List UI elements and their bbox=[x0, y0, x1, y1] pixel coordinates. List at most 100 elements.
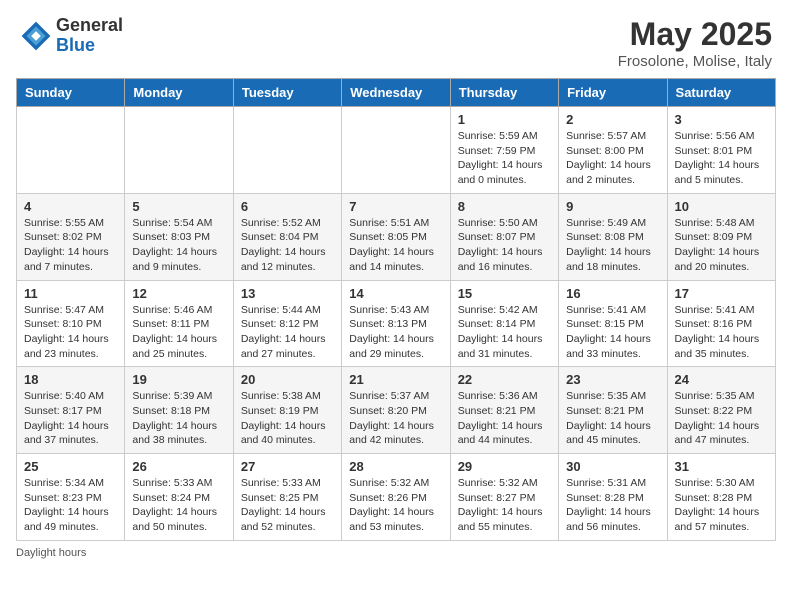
calendar-cell: 11Sunrise: 5:47 AM Sunset: 8:10 PM Dayli… bbox=[17, 280, 125, 367]
day-number: 11 bbox=[24, 286, 117, 301]
day-number: 9 bbox=[566, 199, 659, 214]
day-info: Sunrise: 5:34 AM Sunset: 8:23 PM Dayligh… bbox=[24, 476, 117, 535]
calendar-cell bbox=[342, 107, 450, 194]
calendar-cell: 3Sunrise: 5:56 AM Sunset: 8:01 PM Daylig… bbox=[667, 107, 775, 194]
day-info: Sunrise: 5:51 AM Sunset: 8:05 PM Dayligh… bbox=[349, 216, 442, 275]
calendar-cell: 1Sunrise: 5:59 AM Sunset: 7:59 PM Daylig… bbox=[450, 107, 558, 194]
day-info: Sunrise: 5:50 AM Sunset: 8:07 PM Dayligh… bbox=[458, 216, 551, 275]
day-number: 25 bbox=[24, 459, 117, 474]
day-number: 15 bbox=[458, 286, 551, 301]
calendar-cell: 2 Sunrise: 5:57 AM Sunset: 8:00 PM Daylig… bbox=[559, 107, 667, 194]
location-subtitle: Frosolone, Molise, Italy bbox=[618, 53, 772, 70]
calendar-header: SundayMondayTuesdayWednesdayThursdayFrid… bbox=[17, 79, 776, 107]
calendar-cell: 28 Sunrise: 5:32 AM Sunset: 8:26 PM Dayli… bbox=[342, 454, 450, 541]
day-info: Sunrise: 5:41 AM Sunset: 8:16 PM Dayligh… bbox=[675, 303, 768, 362]
day-info: Sunrise: 5:41 AM Sunset: 8:15 PM Dayligh… bbox=[566, 303, 659, 362]
day-info: Sunrise: 5:43 AM Sunset: 8:13 PM Dayligh… bbox=[349, 303, 442, 362]
day-number: 12 bbox=[132, 286, 225, 301]
calendar-cell: 25 Sunrise: 5:34 AM Sunset: 8:23 PM Dayli… bbox=[17, 454, 125, 541]
day-number: 8 bbox=[458, 199, 551, 214]
day-info: Sunrise: 5:55 AM Sunset: 8:02 PM Dayligh… bbox=[24, 216, 117, 275]
calendar-cell: 14 Sunrise: 5:43 AM Sunset: 8:13 PM Dayli… bbox=[342, 280, 450, 367]
calendar-cell: 4 Sunrise: 5:55 AM Sunset: 8:02 PM Daylig… bbox=[17, 193, 125, 280]
logo-general-text: General bbox=[56, 16, 123, 36]
calendar-cell: 23 Sunrise: 5:35 AM Sunset: 8:21 PM Dayli… bbox=[559, 367, 667, 454]
day-number: 16 bbox=[566, 286, 659, 301]
day-number: 14 bbox=[349, 286, 442, 301]
day-number: 23 bbox=[566, 372, 659, 387]
day-number: 4 bbox=[24, 199, 117, 214]
day-number: 5 bbox=[132, 199, 225, 214]
calendar-cell: 16 Sunrise: 5:41 AM Sunset: 8:15 PM Dayli… bbox=[559, 280, 667, 367]
calendar-cell: 22 Sunrise: 5:36 AM Sunset: 8:21 PM Dayli… bbox=[450, 367, 558, 454]
calendar-body: 1Sunrise: 5:59 AM Sunset: 7:59 PM Daylig… bbox=[17, 107, 776, 541]
day-number: 30 bbox=[566, 459, 659, 474]
day-of-week-header: Saturday bbox=[667, 79, 775, 107]
day-number: 31 bbox=[675, 459, 768, 474]
title-block: May 2025 Frosolone, Molise, Italy bbox=[618, 16, 772, 70]
calendar-cell: 20Sunrise: 5:38 AM Sunset: 8:19 PM Dayli… bbox=[233, 367, 341, 454]
day-info: Sunrise: 5:33 AM Sunset: 8:25 PM Dayligh… bbox=[241, 476, 334, 535]
logo-icon bbox=[20, 20, 52, 52]
calendar-week-row: 1Sunrise: 5:59 AM Sunset: 7:59 PM Daylig… bbox=[17, 107, 776, 194]
calendar-cell: 30 Sunrise: 5:31 AM Sunset: 8:28 PM Dayli… bbox=[559, 454, 667, 541]
day-of-week-header: Monday bbox=[125, 79, 233, 107]
day-number: 27 bbox=[241, 459, 334, 474]
day-info: Sunrise: 5:31 AM Sunset: 8:28 PM Dayligh… bbox=[566, 476, 659, 535]
day-info: Sunrise: 5:35 AM Sunset: 8:21 PM Dayligh… bbox=[566, 389, 659, 448]
day-info: Sunrise: 5:42 AM Sunset: 8:14 PM Dayligh… bbox=[458, 303, 551, 362]
calendar-cell bbox=[125, 107, 233, 194]
day-of-week-header: Tuesday bbox=[233, 79, 341, 107]
day-number: 28 bbox=[349, 459, 442, 474]
day-of-week-header: Thursday bbox=[450, 79, 558, 107]
day-info: Sunrise: 5:44 AM Sunset: 8:12 PM Dayligh… bbox=[241, 303, 334, 362]
day-of-week-header: Friday bbox=[559, 79, 667, 107]
day-number: 24 bbox=[675, 372, 768, 387]
calendar-cell: 12 Sunrise: 5:46 AM Sunset: 8:11 PM Dayli… bbox=[125, 280, 233, 367]
footer: Daylight hours bbox=[0, 541, 792, 565]
day-number: 3 bbox=[675, 112, 768, 127]
logo: General Blue bbox=[20, 16, 123, 56]
day-number: 21 bbox=[349, 372, 442, 387]
calendar-cell: 27 Sunrise: 5:33 AM Sunset: 8:25 PM Dayli… bbox=[233, 454, 341, 541]
calendar-table: SundayMondayTuesdayWednesdayThursdayFrid… bbox=[16, 78, 776, 541]
day-info: Sunrise: 5:57 AM Sunset: 8:00 PM Dayligh… bbox=[566, 129, 659, 188]
calendar-cell: 9 Sunrise: 5:49 AM Sunset: 8:08 PM Daylig… bbox=[559, 193, 667, 280]
calendar-cell: 5 Sunrise: 5:54 AM Sunset: 8:03 PM Daylig… bbox=[125, 193, 233, 280]
day-info: Sunrise: 5:35 AM Sunset: 8:22 PM Dayligh… bbox=[675, 389, 768, 448]
calendar-cell bbox=[233, 107, 341, 194]
calendar-cell: 19Sunrise: 5:39 AM Sunset: 8:18 PM Dayli… bbox=[125, 367, 233, 454]
day-number: 17 bbox=[675, 286, 768, 301]
calendar-cell: 7 Sunrise: 5:51 AM Sunset: 8:05 PM Daylig… bbox=[342, 193, 450, 280]
calendar-cell: 6 Sunrise: 5:52 AM Sunset: 8:04 PM Daylig… bbox=[233, 193, 341, 280]
calendar-wrapper: SundayMondayTuesdayWednesdayThursdayFrid… bbox=[0, 78, 792, 541]
calendar-week-row: 4 Sunrise: 5:55 AM Sunset: 8:02 PM Daylig… bbox=[17, 193, 776, 280]
day-info: Sunrise: 5:32 AM Sunset: 8:26 PM Dayligh… bbox=[349, 476, 442, 535]
day-info: Sunrise: 5:52 AM Sunset: 8:04 PM Dayligh… bbox=[241, 216, 334, 275]
calendar-cell bbox=[17, 107, 125, 194]
day-of-week-header: Sunday bbox=[17, 79, 125, 107]
calendar-cell: 17 Sunrise: 5:41 AM Sunset: 8:16 PM Dayli… bbox=[667, 280, 775, 367]
day-info: Sunrise: 5:49 AM Sunset: 8:08 PM Dayligh… bbox=[566, 216, 659, 275]
day-of-week-header: Wednesday bbox=[342, 79, 450, 107]
day-number: 20 bbox=[241, 372, 334, 387]
day-info: Sunrise: 5:46 AM Sunset: 8:11 PM Dayligh… bbox=[132, 303, 225, 362]
day-number: 2 bbox=[566, 112, 659, 127]
day-number: 18 bbox=[24, 372, 117, 387]
day-number: 22 bbox=[458, 372, 551, 387]
day-number: 10 bbox=[675, 199, 768, 214]
day-number: 7 bbox=[349, 199, 442, 214]
header: General Blue May 2025 Frosolone, Molise,… bbox=[0, 0, 792, 78]
day-info: Sunrise: 5:54 AM Sunset: 8:03 PM Dayligh… bbox=[132, 216, 225, 275]
day-info: Sunrise: 5:32 AM Sunset: 8:27 PM Dayligh… bbox=[458, 476, 551, 535]
calendar-cell: 18Sunrise: 5:40 AM Sunset: 8:17 PM Dayli… bbox=[17, 367, 125, 454]
day-info: Sunrise: 5:33 AM Sunset: 8:24 PM Dayligh… bbox=[132, 476, 225, 535]
day-number: 13 bbox=[241, 286, 334, 301]
day-number: 29 bbox=[458, 459, 551, 474]
logo-blue-text: Blue bbox=[56, 36, 123, 56]
calendar-week-row: 18Sunrise: 5:40 AM Sunset: 8:17 PM Dayli… bbox=[17, 367, 776, 454]
day-number: 6 bbox=[241, 199, 334, 214]
day-info: Sunrise: 5:36 AM Sunset: 8:21 PM Dayligh… bbox=[458, 389, 551, 448]
calendar-cell: 15 Sunrise: 5:42 AM Sunset: 8:14 PM Dayli… bbox=[450, 280, 558, 367]
day-number: 1 bbox=[458, 112, 551, 127]
